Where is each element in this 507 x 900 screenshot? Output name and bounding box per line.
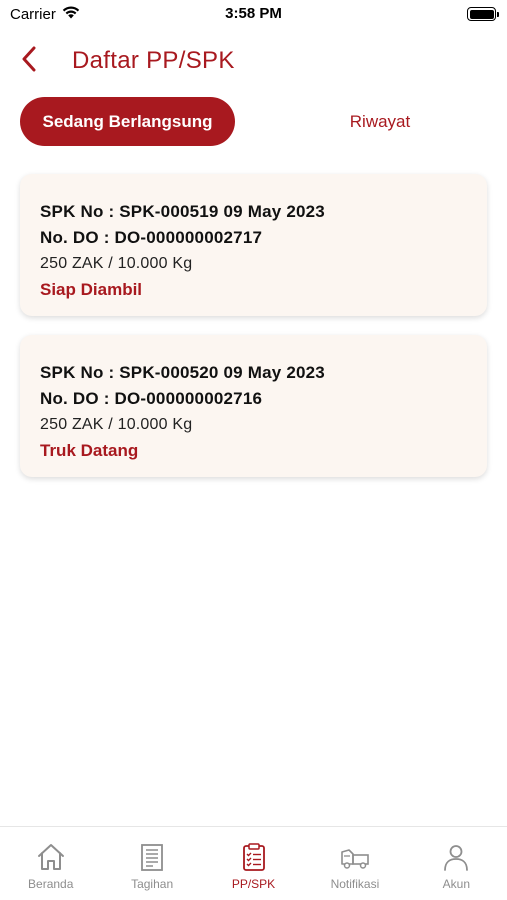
nav-label: Akun: [442, 877, 470, 891]
nav-item-tagihan[interactable]: Tagihan: [101, 827, 202, 900]
status-label: Truk Datang: [40, 441, 139, 460]
nav-item-pp-spk[interactable]: PP/SPK: [203, 827, 304, 900]
quantity: 250 ZAK / 10.000 Kg: [40, 255, 193, 272]
order-card[interactable]: SPK No : SPK-000519 09 May 2023 No. DO :…: [20, 174, 487, 316]
page-title: Daftar PP/SPK: [72, 47, 235, 74]
battery-fill: [469, 9, 494, 19]
bottom-nav: Beranda Tagihan PP/SPK Notifikasi Akun: [0, 826, 507, 900]
status-left: Carrier: [10, 6, 80, 23]
screen: Carrier 3:58 PM Daftar PP/SPK Sedang Ber…: [0, 0, 507, 900]
tab-sedang-berlangsung[interactable]: Sedang Berlangsung: [20, 97, 235, 146]
clipboard-icon: [238, 841, 270, 873]
header: Daftar PP/SPK: [0, 40, 507, 82]
carrier-label: Carrier: [10, 5, 56, 23]
nav-label: PP/SPK: [231, 877, 276, 891]
chevron-left-icon: [21, 46, 37, 77]
nav-item-beranda[interactable]: Beranda: [0, 827, 101, 900]
order-card[interactable]: SPK No : SPK-000520 09 May 2023 No. DO :…: [20, 335, 487, 477]
truck-icon: [339, 841, 371, 873]
nav-label: Notifikasi: [330, 877, 380, 891]
do-number: No. DO : DO-000000002716: [40, 389, 263, 408]
nav-label: Tagihan: [131, 877, 174, 891]
quantity: 250 ZAK / 10.000 Kg: [40, 416, 193, 433]
do-number: No. DO : DO-000000002717: [40, 228, 263, 247]
user-icon: [440, 841, 472, 873]
status-bar: Carrier 3:58 PM: [0, 0, 507, 28]
wifi-icon: [62, 6, 80, 23]
status-label: Siap Diambil: [40, 280, 143, 299]
nav-item-notifikasi[interactable]: Notifikasi: [304, 827, 405, 900]
home-icon: [35, 841, 67, 873]
battery-icon: [467, 7, 499, 21]
tab-riwayat[interactable]: Riwayat: [300, 97, 460, 146]
spk-number: SPK No : SPK-000519 09 May 2023: [40, 202, 325, 221]
spk-number: SPK No : SPK-000520 09 May 2023: [40, 363, 325, 382]
back-button[interactable]: [16, 46, 42, 76]
nav-item-akun[interactable]: Akun: [406, 827, 507, 900]
nav-label: Beranda: [28, 877, 74, 891]
invoice-icon: [136, 841, 168, 873]
